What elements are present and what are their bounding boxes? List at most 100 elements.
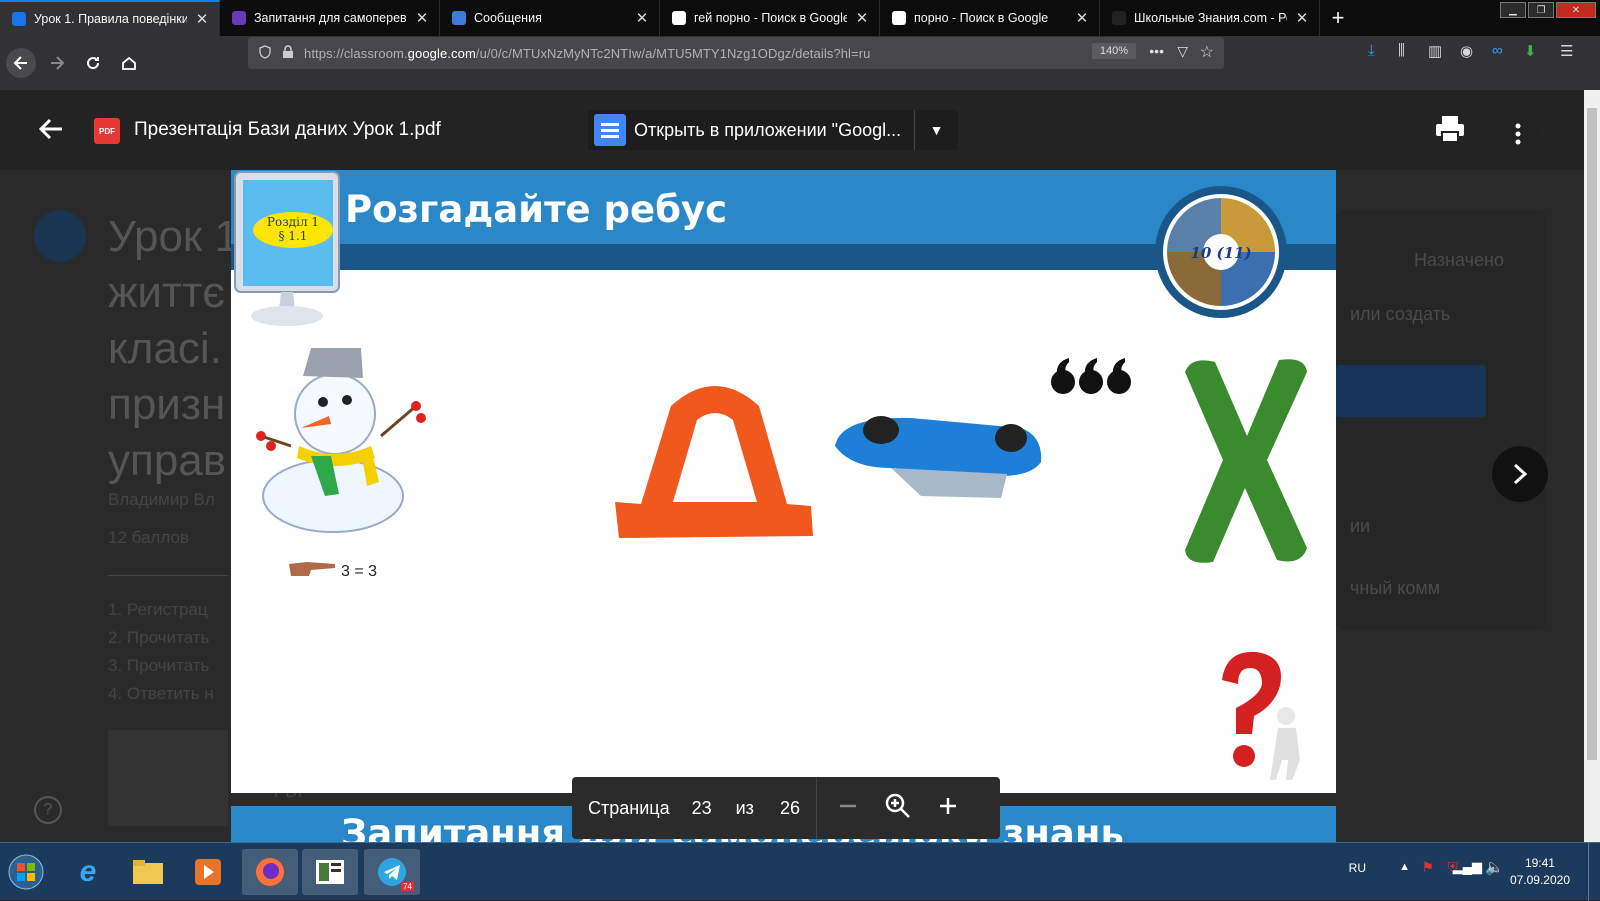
firefox-icon[interactable] xyxy=(242,849,298,895)
library-icon[interactable]: ⫼ xyxy=(1398,42,1405,59)
tray-expand-icon[interactable]: ▲ xyxy=(1399,861,1410,873)
letter-d-image xyxy=(615,386,813,538)
pocket-icon[interactable]: ▽ xyxy=(1177,43,1188,60)
download-helper-icon[interactable]: ⬇ xyxy=(1524,42,1537,60)
reload-button[interactable] xyxy=(78,48,108,78)
sidebar-panel-text: или создать xyxy=(1350,304,1451,324)
question-mark-image xyxy=(1222,651,1300,780)
back-button[interactable] xyxy=(6,48,36,78)
more-vert-icon xyxy=(1515,123,1521,145)
pointing-hand-icon xyxy=(289,562,335,576)
clock-date: 07.09.2020 xyxy=(1509,873,1570,887)
action-center-icon[interactable]: ⚑ xyxy=(1421,859,1434,876)
pdf-file-icon: PDF xyxy=(94,118,120,144)
letter-x-image xyxy=(1185,359,1307,563)
plus-icon xyxy=(939,797,956,814)
sidebar-icon[interactable]: ▥ xyxy=(1428,42,1442,60)
page-label: Страница xyxy=(588,797,670,818)
viewer-back-button[interactable] xyxy=(36,114,66,149)
browser-tab[interactable]: порно - Поиск в Google ✕ xyxy=(880,0,1100,36)
more-options-button[interactable] xyxy=(1496,112,1540,156)
rebus-hint: 3 = 3 xyxy=(341,563,378,580)
pdf-slide: Розділ 1 § 1.1 Розгадайте ребус 10 (11) … xyxy=(231,170,1336,793)
current-page-input[interactable]: 23 xyxy=(692,798,712,819)
instruction-item: 2. Прочитать xyxy=(108,628,210,647)
open-in-app-button[interactable]: Открыть в приложении "Googl... ▼ xyxy=(588,110,958,150)
page-actions-icon[interactable]: ••• xyxy=(1149,43,1164,59)
chevron-right-icon xyxy=(1513,463,1528,485)
reader-app-icon[interactable] xyxy=(302,849,358,895)
help-icon[interactable]: ? xyxy=(34,796,62,824)
next-file-button[interactable] xyxy=(1492,446,1548,502)
zoom-out-button[interactable] xyxy=(837,795,859,822)
upside-down-car-image xyxy=(835,416,1042,498)
section-badge: Розділ 1 § 1.1 xyxy=(253,212,333,248)
extension-icon[interactable]: ∞ xyxy=(1492,42,1503,59)
internet-explorer-icon[interactable]: e xyxy=(60,849,116,895)
windows-logo-icon xyxy=(8,854,44,890)
home-button[interactable] xyxy=(114,48,144,78)
shield-icon[interactable] xyxy=(258,44,272,62)
tab-close-icon[interactable]: ✕ xyxy=(1295,9,1309,27)
media-player-icon[interactable] xyxy=(180,849,236,895)
zoom-icon xyxy=(885,793,910,818)
restore-button[interactable]: ❐ xyxy=(1528,2,1554,18)
tab-title: Запитання для самоперевірки xyxy=(254,11,407,25)
printer-icon xyxy=(1436,116,1464,143)
page-scrollbar[interactable] xyxy=(1584,90,1600,842)
file-title: Презентація Бази даних Урок 1.pdf xyxy=(134,119,441,140)
forward-button[interactable] xyxy=(42,48,72,78)
bookmark-star-icon[interactable]: ☆ xyxy=(1200,42,1214,62)
tab-close-icon[interactable]: ✕ xyxy=(635,9,649,27)
close-window-button[interactable]: ✕ xyxy=(1556,2,1596,18)
file-explorer-icon[interactable] xyxy=(120,849,176,895)
print-button[interactable] xyxy=(1434,114,1466,149)
lock-icon[interactable] xyxy=(282,44,294,62)
account-icon[interactable]: ◉ xyxy=(1460,42,1473,60)
sidebar-panel-text: чный комм xyxy=(1350,578,1441,598)
back-arrow-icon xyxy=(13,56,27,70)
menu-icon[interactable]: ☰ xyxy=(1560,42,1573,60)
browser-tab[interactable]: Сообщения ✕ xyxy=(440,0,660,36)
tab-title: порно - Поиск в Google xyxy=(914,11,1049,25)
tab-close-icon[interactable]: ✕ xyxy=(415,9,429,27)
snowman-image xyxy=(256,348,426,533)
tab-close-icon[interactable]: ✕ xyxy=(855,9,869,27)
new-tab-button[interactable]: + xyxy=(1320,0,1356,36)
slide-title: Розгадайте ребус xyxy=(345,188,727,231)
language-indicator[interactable]: RU xyxy=(1349,861,1366,875)
show-desktop-button[interactable] xyxy=(1588,843,1600,901)
url-domain: google.com xyxy=(407,45,476,61)
tab-bar: Урок 1. Правила поведінки і б✕Запитання … xyxy=(0,0,1600,36)
browser-tab[interactable]: Школьные Знания.com - Реш ✕ xyxy=(1100,0,1320,36)
tab-title: гей порно - Поиск в Google xyxy=(694,11,847,25)
zoom-in-button[interactable] xyxy=(937,795,959,822)
system-clock[interactable]: 19:41 07.09.2020 xyxy=(1510,855,1570,889)
telegram-icon[interactable]: 74 xyxy=(364,849,420,895)
taskbar: e 74 RU ▲ ⚑ ⛨ ▂▄▆ 🔈 19:41 07.09.2020 xyxy=(0,842,1600,901)
address-bar[interactable]: https://classroom.google.com/u/0/c/MTUxN… xyxy=(248,37,1224,69)
section-label: Розділ 1 xyxy=(266,215,320,229)
download-icon[interactable]: ⤓ xyxy=(1368,42,1375,59)
minus-icon xyxy=(839,804,856,807)
back-arrow-icon xyxy=(38,118,62,140)
tab-favicon-icon xyxy=(12,12,26,26)
url-path: /u/0/c/MTUxNzMyNTc2NTIw/a/MTU5MTY1Nzg1OD… xyxy=(475,45,871,61)
browser-tab[interactable]: Урок 1. Правила поведінки і б ✕ xyxy=(0,0,220,36)
url-text[interactable]: https://classroom.google.com/u/0/c/MTUxN… xyxy=(304,46,871,61)
start-button[interactable] xyxy=(2,849,50,895)
assignment-icon xyxy=(34,210,86,262)
assignment-title-line: класі. xyxy=(108,324,222,373)
volume-icon[interactable]: 🔈 xyxy=(1485,858,1504,876)
zoom-reset-button[interactable] xyxy=(885,793,911,824)
browser-tab[interactable]: Запитання для самоперевірки ✕ xyxy=(220,0,440,36)
tab-close-icon[interactable]: ✕ xyxy=(1075,9,1089,27)
open-in-app-dropdown[interactable]: ▼ xyxy=(914,110,958,150)
browser-tab[interactable]: гей порно - Поиск в Google ✕ xyxy=(660,0,880,36)
network-icon[interactable]: ▂▄▆ xyxy=(1453,859,1482,875)
zoom-indicator[interactable]: 140% xyxy=(1091,43,1136,59)
tab-favicon-icon xyxy=(232,11,246,25)
tab-close-icon[interactable]: ✕ xyxy=(195,10,209,28)
scrollbar-thumb[interactable] xyxy=(1587,108,1597,760)
minimize-button[interactable]: ▁ xyxy=(1500,2,1526,18)
